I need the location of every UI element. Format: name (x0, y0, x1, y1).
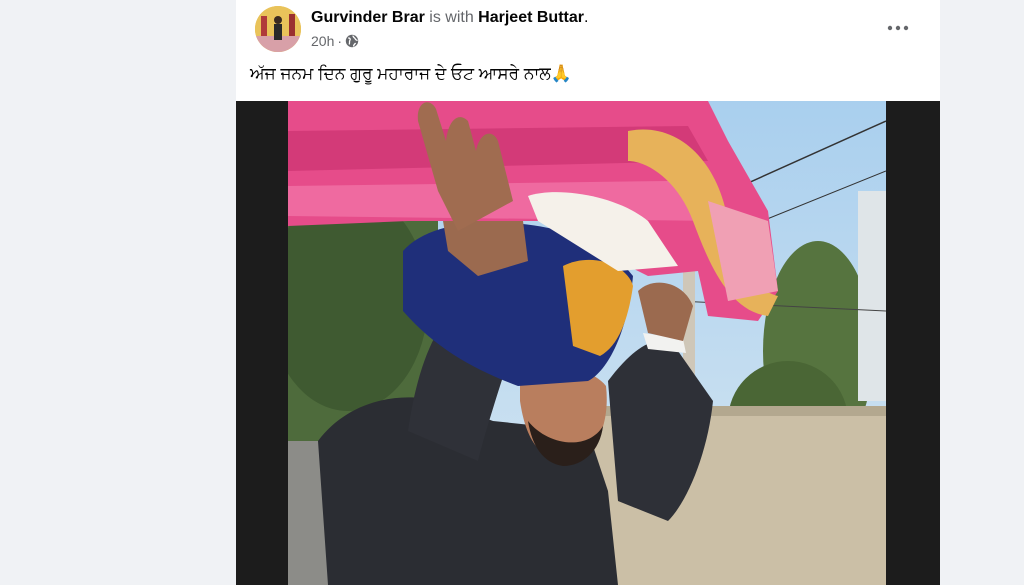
author-line: Gurvinder Brar is with Harjeet Buttar. (311, 9, 588, 27)
with-text: is with (429, 9, 474, 26)
author-name[interactable]: Gurvinder Brar (311, 9, 425, 26)
feed-post: Gurvinder Brar is with Harjeet Buttar. 2… (236, 0, 940, 585)
avatar[interactable] (255, 6, 301, 52)
tagged-name[interactable]: Harjeet Buttar (478, 9, 584, 26)
tagged-suffix: . (583, 9, 589, 26)
post-meta: 20h · (311, 33, 359, 49)
meta-separator: · (337, 33, 343, 49)
post-photo[interactable] (288, 101, 886, 585)
post-timestamp[interactable]: 20h (311, 33, 334, 49)
photo-container[interactable] (236, 101, 940, 585)
post-caption: ਅੱਜ ਜਨਮ ਦਿਨ ਗੁਰੂ ਮਹਾਰਾਜ ਦੇ ਓਟ ਆਸਰੇ ਨਾਲ🙏 (250, 64, 572, 83)
more-dots-icon[interactable] (884, 16, 912, 40)
post-header: Gurvinder Brar is with Harjeet Buttar. 2… (236, 0, 940, 60)
globe-icon[interactable] (345, 34, 359, 48)
